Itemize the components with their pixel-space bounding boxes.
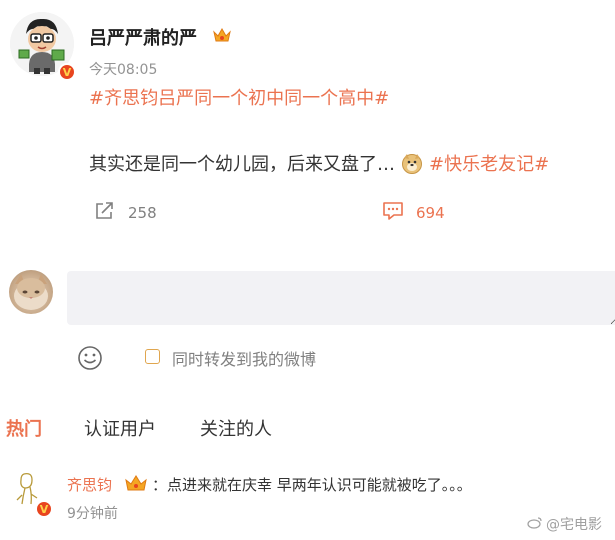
post-author-name[interactable]: 吕严严肃的严	[89, 24, 197, 50]
tab-hot[interactable]: 热门	[6, 415, 42, 441]
comment-count: 694	[416, 204, 445, 222]
post-timestamp[interactable]: 今天08:05	[89, 59, 157, 79]
current-user-avatar[interactable]	[9, 270, 53, 314]
topic-link[interactable]: #齐思钧吕严同一个初中同一个高中#	[89, 84, 389, 110]
tab-verified-users[interactable]: 认证用户	[84, 415, 156, 441]
weibo-logo-icon	[527, 515, 543, 533]
comment-button[interactable]: 694	[382, 201, 445, 225]
comment-text: ：点进来就在庆幸 早两年认识可能就被吃了。。。	[152, 476, 472, 494]
cat-avatar-image	[14, 274, 48, 310]
emoji-button[interactable]	[77, 345, 103, 375]
verified-badge-icon: V	[58, 63, 76, 81]
comment-icon	[382, 201, 404, 225]
doge-emoji-icon	[401, 152, 423, 174]
tab-following[interactable]: 关注的人	[200, 415, 272, 441]
post-text: 其实还是同一个幼儿园，后来又盘了…	[89, 154, 395, 175]
smiley-icon	[78, 346, 102, 370]
crown-icon	[212, 27, 232, 47]
repost-checkbox[interactable]	[145, 349, 160, 364]
commenter-verified-badge-icon: V	[35, 500, 53, 518]
watermark: @宅电影	[527, 514, 602, 534]
commenter-crown-icon	[124, 474, 148, 496]
watermark-text: @宅电影	[546, 517, 602, 533]
share-count: 258	[128, 204, 157, 222]
share-icon	[94, 201, 116, 225]
share-button[interactable]: 258	[94, 201, 157, 225]
repost-checkbox-label[interactable]: 同时转发到我的微博	[172, 346, 316, 370]
comment-input[interactable]	[67, 271, 615, 325]
post-text-line: 其实还是同一个幼儿园，后来又盘了… #快乐老友记#	[89, 150, 549, 176]
topic-inline-link[interactable]: #快乐老友记#	[429, 150, 549, 176]
comment-timestamp: 9分钟前	[67, 506, 118, 522]
commenter-name[interactable]: 齐思钧	[67, 474, 112, 495]
